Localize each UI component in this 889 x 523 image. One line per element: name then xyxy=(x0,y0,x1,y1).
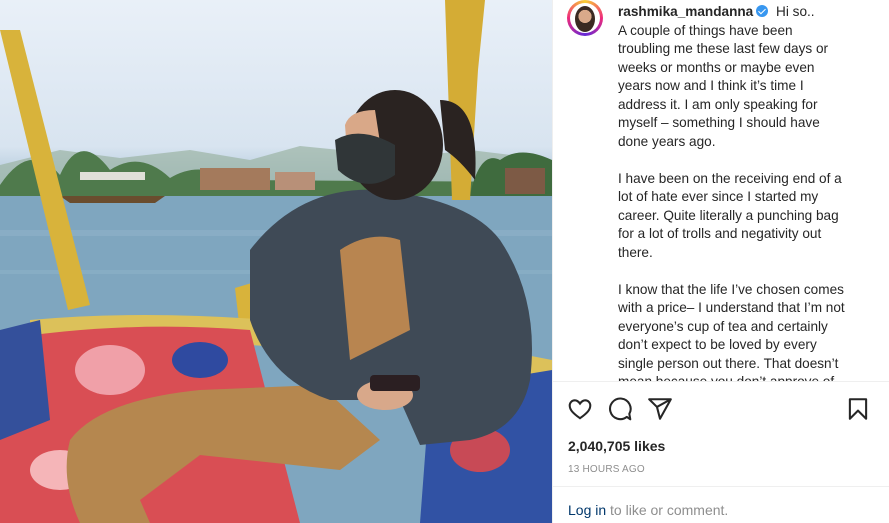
username-link[interactable]: rashmika_mandanna xyxy=(618,4,753,19)
post-side-panel: rashmika_mandanna Hi so.. A couple of th… xyxy=(552,0,889,523)
caption-paragraph: I have been on the receiving end of a lo… xyxy=(618,170,842,260)
paper-plane-icon[interactable] xyxy=(647,396,673,422)
likes-count[interactable]: 2,040,705 likes xyxy=(568,438,665,454)
heart-icon[interactable] xyxy=(567,396,593,422)
login-link[interactable]: Log in xyxy=(568,502,606,518)
login-prompt-text: to like or comment. xyxy=(606,502,729,518)
caption-scroll-area[interactable]: rashmika_mandanna Hi so.. A couple of th… xyxy=(553,0,889,381)
post-photo-illustration xyxy=(0,0,552,523)
avatar[interactable] xyxy=(567,0,603,36)
caption-paragraph: A couple of things have been troubling m… xyxy=(618,22,829,149)
action-bar xyxy=(567,396,871,422)
bookmark-icon[interactable] xyxy=(845,396,871,422)
caption-lead: Hi so.. xyxy=(776,4,815,19)
post-photo[interactable] xyxy=(0,0,552,523)
login-prompt: Log in to like or comment. xyxy=(568,502,728,518)
post-caption: rashmika_mandanna Hi so.. A couple of th… xyxy=(618,3,848,381)
comment-icon[interactable] xyxy=(607,396,633,422)
post-timestamp[interactable]: 13 HOURS AGO xyxy=(568,464,645,475)
instagram-post: rashmika_mandanna Hi so.. A couple of th… xyxy=(0,0,889,523)
section-divider xyxy=(553,486,889,487)
section-divider xyxy=(553,381,889,382)
caption-paragraph: I know that the life I’ve chosen comes w… xyxy=(618,281,845,382)
avatar-image xyxy=(570,3,600,33)
verified-badge-icon xyxy=(756,5,769,17)
